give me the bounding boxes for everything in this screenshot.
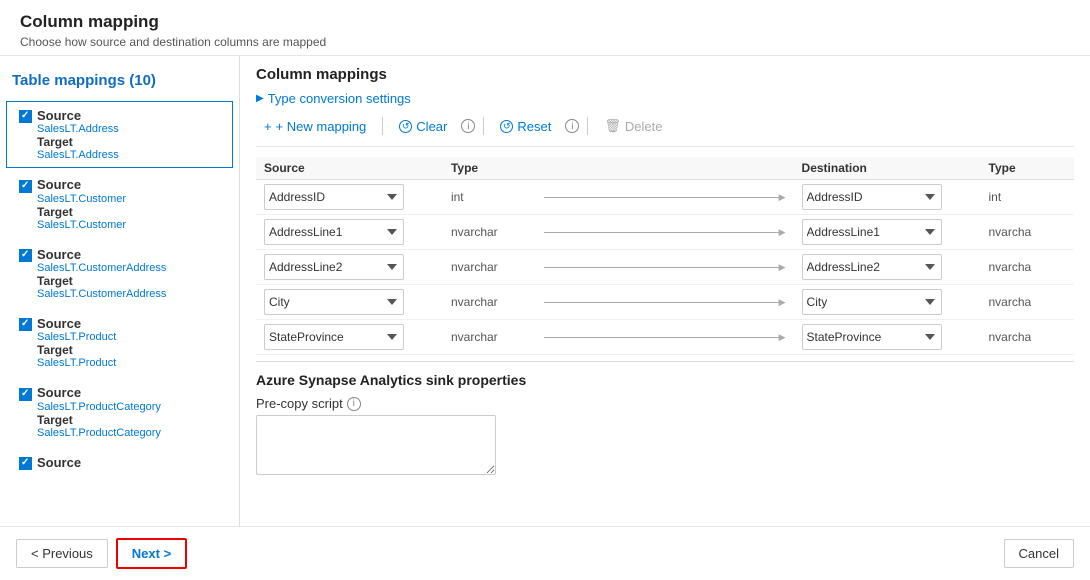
table-row: City nvarchar City nvarcha bbox=[256, 285, 1074, 320]
header-destination: Destination bbox=[794, 157, 981, 180]
synapse-section: Azure Synapse Analytics sink properties … bbox=[256, 361, 1074, 478]
target-label-1: Target bbox=[37, 135, 220, 149]
table-row: AddressLine1 nvarchar AddressLine1 nvarc… bbox=[256, 215, 1074, 250]
chevron-right-icon: ▶ bbox=[256, 93, 264, 104]
dest-select-3[interactable]: City bbox=[802, 289, 942, 315]
column-mappings-title: Column mappings bbox=[256, 66, 1074, 83]
target-name-5: SalesLT.ProductCategory bbox=[37, 427, 220, 439]
mapping-arrow-4 bbox=[544, 332, 785, 343]
source-type-4: nvarchar bbox=[443, 320, 536, 355]
separator-2 bbox=[483, 117, 484, 135]
previous-button[interactable]: < Previous bbox=[16, 539, 108, 568]
pre-copy-script-input[interactable] bbox=[256, 415, 496, 475]
pre-copy-script-label: Pre-copy script i bbox=[256, 396, 1074, 411]
clear-circle-icon: ↺ bbox=[399, 120, 412, 133]
reset-info-icon[interactable]: i bbox=[565, 119, 579, 133]
source-type-0: int bbox=[443, 180, 536, 215]
source-label-2: Source bbox=[37, 177, 81, 192]
source-type-2: nvarchar bbox=[443, 250, 536, 285]
mapping-arrow-2 bbox=[544, 262, 785, 273]
synapse-title: Azure Synapse Analytics sink properties bbox=[256, 372, 1074, 388]
mapping-arrow-1 bbox=[544, 227, 785, 238]
clear-button[interactable]: ↺ Clear bbox=[391, 115, 455, 138]
dest-type-4: nvarcha bbox=[981, 320, 1075, 355]
source-label-1: Source bbox=[37, 108, 81, 123]
source-type-3: nvarchar bbox=[443, 285, 536, 320]
table-row: AddressLine2 nvarchar AddressLine2 nvarc… bbox=[256, 250, 1074, 285]
page-title: Column mapping bbox=[20, 12, 1070, 32]
table-row: AddressID int AddressID int bbox=[256, 180, 1074, 215]
dest-select-1[interactable]: AddressLine1 bbox=[802, 219, 942, 245]
target-label-4: Target bbox=[37, 343, 220, 357]
plus-icon: + bbox=[264, 119, 272, 134]
target-name-4: SalesLT.Product bbox=[37, 357, 220, 369]
separator-3 bbox=[587, 117, 588, 135]
delete-button[interactable]: 🗑 Delete bbox=[596, 114, 670, 138]
mapping-item-1[interactable]: Source SalesLT.Address Target SalesLT.Ad… bbox=[6, 101, 233, 168]
dest-type-0: int bbox=[981, 180, 1075, 215]
source-name-3: SalesLT.CustomerAddress bbox=[37, 262, 220, 274]
header-source: Source bbox=[256, 157, 443, 180]
mapping-table: Source Type Destination Type AddressID i… bbox=[256, 157, 1074, 355]
source-name-5: SalesLT.ProductCategory bbox=[37, 401, 220, 413]
type-conversion-label: Type conversion settings bbox=[268, 91, 411, 106]
toolbar: + + New mapping ↺ Clear i ↺ Reset i 🗑 bbox=[256, 114, 1074, 147]
reset-button[interactable]: ↺ Reset bbox=[492, 115, 559, 138]
pre-copy-info-icon[interactable]: i bbox=[347, 397, 361, 411]
dest-type-2: nvarcha bbox=[981, 250, 1075, 285]
source-type-1: nvarchar bbox=[443, 215, 536, 250]
source-label-5: Source bbox=[37, 385, 81, 400]
dest-type-1: nvarcha bbox=[981, 215, 1075, 250]
dest-select-4[interactable]: StateProvince bbox=[802, 324, 942, 350]
target-name-3: SalesLT.CustomerAddress bbox=[37, 288, 220, 300]
header-type: Type bbox=[443, 157, 536, 180]
cancel-button[interactable]: Cancel bbox=[1004, 539, 1074, 568]
source-label-4: Source bbox=[37, 316, 81, 331]
table-mappings-title: Table mappings (10) bbox=[0, 66, 239, 99]
left-panel: Table mappings (10) Source SalesLT.Addre… bbox=[0, 56, 240, 526]
target-label-2: Target bbox=[37, 205, 220, 219]
mapping-item-6[interactable]: Source bbox=[6, 448, 233, 477]
source-name-1: SalesLT.Address bbox=[37, 123, 220, 135]
dest-select-2[interactable]: AddressLine2 bbox=[802, 254, 942, 280]
source-name-4: SalesLT.Product bbox=[37, 331, 220, 343]
mapping-item-5[interactable]: Source SalesLT.ProductCategory Target Sa… bbox=[6, 378, 233, 445]
footer: < Previous Next > Cancel bbox=[0, 526, 1090, 580]
source-label-3: Source bbox=[37, 247, 81, 262]
mapping-item-2[interactable]: Source SalesLT.Customer Target SalesLT.C… bbox=[6, 170, 233, 237]
source-select-2[interactable]: AddressLine2 bbox=[264, 254, 404, 280]
target-name-1: SalesLT.Address bbox=[37, 149, 220, 161]
clear-info-icon[interactable]: i bbox=[461, 119, 475, 133]
source-select-0[interactable]: AddressID bbox=[264, 184, 404, 210]
mapping-arrow-0 bbox=[544, 192, 785, 203]
mapping-arrow-3 bbox=[544, 297, 785, 308]
header-arrow bbox=[536, 157, 793, 180]
new-mapping-button[interactable]: + + New mapping bbox=[256, 115, 374, 138]
dest-select-0[interactable]: AddressID bbox=[802, 184, 942, 210]
right-panel: Column mappings ▶ Type conversion settin… bbox=[240, 56, 1090, 526]
next-button[interactable]: Next > bbox=[116, 538, 187, 569]
mapping-item-4[interactable]: Source SalesLT.Product Target SalesLT.Pr… bbox=[6, 309, 233, 376]
header-dest-type: Type bbox=[981, 157, 1075, 180]
dest-type-3: nvarcha bbox=[981, 285, 1075, 320]
separator-1 bbox=[382, 117, 383, 135]
table-row: StateProvince nvarchar StateProvince nva… bbox=[256, 320, 1074, 355]
target-name-2: SalesLT.Customer bbox=[37, 219, 220, 231]
source-name-2: SalesLT.Customer bbox=[37, 193, 220, 205]
target-label-3: Target bbox=[37, 274, 220, 288]
mapping-table-area: Source Type Destination Type AddressID i… bbox=[256, 157, 1074, 357]
type-conversion-settings[interactable]: ▶ Type conversion settings bbox=[256, 91, 1074, 106]
source-label-6: Source bbox=[37, 455, 81, 470]
source-select-3[interactable]: City bbox=[264, 289, 404, 315]
target-label-5: Target bbox=[37, 413, 220, 427]
reset-icon: ↺ bbox=[500, 120, 513, 133]
source-select-1[interactable]: AddressLine1 bbox=[264, 219, 404, 245]
source-select-4[interactable]: StateProvince bbox=[264, 324, 404, 350]
mapping-item-3[interactable]: Source SalesLT.CustomerAddress Target Sa… bbox=[6, 240, 233, 307]
page-subtitle: Choose how source and destination column… bbox=[20, 35, 1070, 49]
delete-icon: 🗑 bbox=[604, 118, 621, 134]
